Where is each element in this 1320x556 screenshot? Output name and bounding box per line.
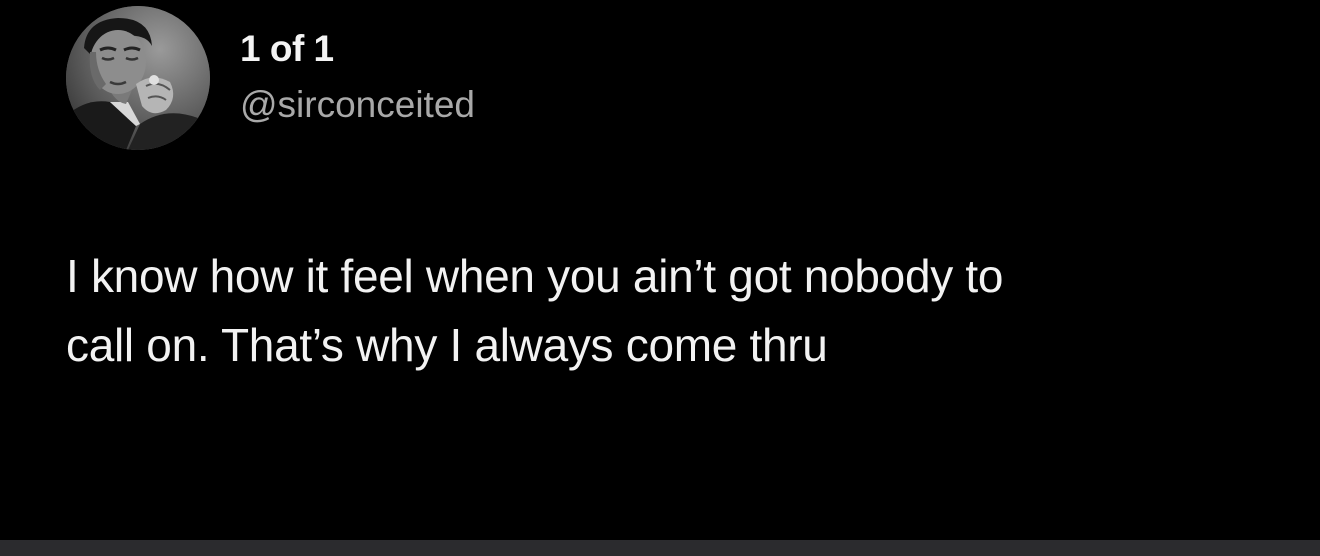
- tweet-text-line: I know how it feel when you ain’t got no…: [66, 250, 1004, 302]
- avatar[interactable]: [66, 6, 210, 150]
- user-handle[interactable]: @sirconceited: [240, 84, 475, 126]
- tweet-card: 1 of 1 @sirconceited I know how it feel …: [0, 0, 1320, 540]
- tweet-text-line: call on. That’s why I always come thru: [66, 319, 828, 371]
- display-name[interactable]: 1 of 1: [240, 28, 334, 70]
- profile-photo-icon: [66, 6, 210, 150]
- tweet-text: I know how it feel when you ain’t got no…: [66, 242, 1266, 380]
- bottom-bar: [0, 540, 1320, 556]
